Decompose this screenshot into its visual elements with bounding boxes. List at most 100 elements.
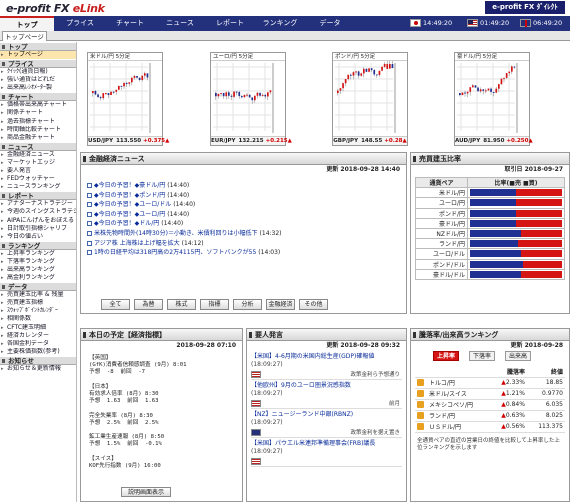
ranking-pair[interactable]: メキシコペソ/円 (427, 399, 491, 411)
sidebar-item[interactable]: 上昇率ランキング (0, 250, 76, 258)
news-item[interactable]: アジア株 上海株は上げ幅を拡大 (14:12) (81, 239, 406, 249)
nav-tab-2[interactable]: チャート (106, 16, 154, 31)
sidebar-item[interactable]: CFTC建玉明細 (0, 324, 76, 332)
news-item[interactable]: 米株先物時間外(14時30分)＝小動き、米債利回りは小幅低下 (14:32) (81, 229, 406, 239)
sidebar-item[interactable]: AIPAにんげんをおぼえる (0, 217, 76, 225)
mini-chart[interactable]: 米ドル/円 5分足09-28 14:35 USD/JPY113.550+0.375… (87, 52, 169, 146)
speech-headline[interactable]: 【米国】パウエル米連邦準備理事会(FRB)議長 (251, 438, 402, 448)
speech-headline[interactable]: 【NZ】ニュージーランド中銀(RBNZ) (251, 409, 402, 419)
sidebar-item[interactable]: マーケットエッジ (0, 159, 76, 167)
ranking-row[interactable]: ランド/円 ▲0.63% 8.025 (415, 410, 565, 422)
ranking-pair[interactable]: 米ドル/スイス (427, 388, 491, 400)
sidebar-item[interactable]: 売買建玉比率 & 残量 (0, 291, 76, 299)
app-logo[interactable]: e-profit FX eLink (6, 2, 105, 15)
ranking-row[interactable]: メキシコペソ/円 ▲0.84% 6.035 (415, 399, 565, 411)
ranking-row[interactable]: トルコ/円 ▲2.33% 18.85 (415, 377, 565, 389)
news-filter-button[interactable]: 株式 (167, 299, 196, 310)
sidebar-item[interactable]: ｸｲｯｸ(通貨日報) (0, 68, 76, 76)
ratio-row[interactable]: 米ドル/円 (415, 187, 565, 199)
sidebar-item[interactable]: 出来高ランキング (0, 266, 76, 274)
sidebar-item[interactable]: ニュースランキング (0, 183, 76, 191)
news-filter-button[interactable]: 全て (101, 299, 130, 310)
speech-headline[interactable]: 【他欧州】9月のユーロ圏景況感指数 (251, 380, 402, 390)
sidebar-item[interactable]: 時間軸比較チャート (0, 126, 76, 134)
sidebar-item[interactable]: 経済カレンダー (0, 332, 76, 340)
sidebar-item[interactable]: 日計取引指標シャリブ (0, 225, 76, 233)
brand-badge[interactable]: e-profit FX ﾀﾞｲﾚｸﾄ (485, 1, 565, 14)
ratio-row[interactable]: 豪ドル/円 (415, 217, 565, 229)
news-headline[interactable]: ◆今日の予習！◆ユーロ/ドル (94, 201, 171, 208)
sidebar-item[interactable]: 相関係数 (0, 315, 76, 323)
sidebar-item[interactable]: 過去指標チャート (0, 118, 76, 126)
subtab-top-page[interactable]: トップページ (2, 31, 47, 41)
ratio-row[interactable]: ユーロ/円 (415, 197, 565, 209)
news-headline[interactable]: ◆今日の予習！◆ドル/円 (94, 220, 159, 227)
speech-headline[interactable]: 【米国】4-6月期の米国内総生産(GDP)確報値 (251, 351, 402, 361)
ranking-row[interactable]: 米ドル/スイス ▲1.21% 0.9770 (415, 388, 565, 400)
sidebar-item[interactable]: 商品金融チャート (0, 134, 76, 142)
news-filter-button[interactable]: 指標 (200, 299, 229, 310)
news-headline[interactable]: ◆今日の予習！◆豪ドル/円 (94, 182, 165, 189)
news-headline[interactable]: アジア株 上海株は上げ幅を拡大 (94, 240, 180, 247)
ranking-pair[interactable]: ランド/円 (427, 410, 491, 422)
ranking-tab[interactable]: 下落率 (469, 351, 495, 361)
sidebar-item[interactable]: 金融経済ニュース (0, 151, 76, 159)
sidebar-item[interactable]: 関係チャート (0, 109, 76, 117)
sidebar-item[interactable]: お知らせ＆更新情報 (0, 365, 76, 373)
news-filter-button[interactable]: 為替 (134, 299, 163, 310)
nav-tab-4[interactable]: レポート (206, 16, 254, 31)
sidebar-item[interactable]: FEDウォッチャー (0, 175, 76, 183)
news-item[interactable]: ◆今日の予習！◆ユーロ/ドル (14:40) (81, 200, 406, 210)
sidebar-item[interactable]: 出来高ﾚｼｵﾒｰﾀｰ製 (0, 84, 76, 92)
sidebar-item[interactable]: 各国金利データ (0, 340, 76, 348)
news-item[interactable]: ◆今日の予習！◆ドル/円 (14:40) (81, 219, 406, 229)
speech-item[interactable]: 【他欧州】9月のユーロ圏景況感指数 (18:09:27) 前月 (251, 380, 402, 409)
news-filter-button[interactable]: 金融経済 (266, 299, 295, 310)
speech-item[interactable]: 【NZ】ニュージーランド中銀(RBNZ) (18:09:27) 政策金利を据え置き (251, 409, 402, 438)
nav-tab-6[interactable]: データ (306, 16, 354, 31)
sidebar-item[interactable]: 要人発言 (0, 167, 76, 175)
news-headline[interactable]: 1時の日経平均は318円高の2万4115円、ソフトバンクが55 (94, 249, 256, 256)
sidebar-item[interactable]: ｽｳｫｯﾌﾟﾎﾟｲﾝﾄｶﾚﾝﾀﾞｰ (0, 307, 76, 315)
ratio-row[interactable]: ポンド/ドル (415, 258, 565, 270)
nav-tab-1[interactable]: プライス (56, 16, 104, 31)
sidebar-item[interactable]: トップページ (0, 51, 76, 60)
news-filter-button[interactable]: その他 (299, 299, 328, 310)
ratio-row[interactable]: ランド/円 (415, 238, 565, 250)
sidebar-item[interactable]: 下落率ランキング (0, 258, 76, 266)
sidebar-item[interactable]: 高金利ランキング (0, 274, 76, 282)
sidebar-item[interactable]: 今週のスイングストラテジー (0, 208, 76, 216)
sidebar-item[interactable]: 主要株価指数(参考) (0, 348, 76, 356)
ranking-tab[interactable]: 上昇率 (433, 351, 459, 361)
nav-tab-5[interactable]: ランキング (256, 16, 304, 31)
news-filter-button[interactable]: 分析 (233, 299, 262, 310)
speech-item[interactable]: 【米国】パウエル米連邦準備理事会(FRB)議長 (18:09:27) (251, 438, 402, 467)
news-item[interactable]: ◆今日の予習！◆ユーロ/円 (14:40) (81, 210, 406, 220)
news-headline[interactable]: ◆今日の予習！◆ポンド/円 (94, 192, 165, 199)
speech-item[interactable]: 【米国】4-6月期の米国内総生産(GDP)確報値 (18:09:27) 政策金利ら予… (251, 351, 402, 380)
ranking-row[interactable]: ＵＳドル/円 ▲0.56% 113.375 (415, 421, 565, 433)
sidebar-item[interactable]: アナターナストラテジー (0, 200, 76, 208)
news-item[interactable]: 1時の日経平均は318円高の2万4115円、ソフトバンクが55 (14:03) (81, 248, 406, 258)
ranking-pair[interactable]: トルコ/円 (427, 377, 491, 389)
ratio-row[interactable]: ポンド/円 (415, 207, 565, 219)
sidebar-item[interactable]: 価格帯出来高チャート (0, 101, 76, 109)
mini-chart[interactable]: ポンド/円 5分足09-28 14:35 GBP/JPY148.55+0.28▲ (332, 52, 408, 146)
ratio-row[interactable]: 豪ドル/ドル (415, 268, 565, 280)
ratio-row[interactable]: NZドル/円 (415, 227, 565, 240)
nav-tab-3[interactable]: ニュース (156, 16, 204, 31)
sidebar-item[interactable]: 売買建玉指標 (0, 299, 76, 307)
mini-chart[interactable]: 豪ドル/円 5分足09-28 14:35 AUD/JPY81.950+0.250▲ (454, 52, 533, 146)
nav-tab-0[interactable]: トップ (0, 16, 54, 31)
news-item[interactable]: ◆今日の予習！◆ポンド/円 (14:40) (81, 191, 406, 201)
ranking-pair[interactable]: ＵＳドル/円 (427, 421, 491, 433)
news-headline[interactable]: 米株先物時間外(14時30分)＝小動き、米債利回りは小幅低下 (94, 230, 258, 237)
sidebar-item[interactable]: 強い通貨はどれだ (0, 76, 76, 84)
ranking-tab[interactable]: 出来高 (505, 351, 531, 361)
ratio-row[interactable]: ユーロ/ドル (415, 248, 565, 260)
description-button[interactable]: 説明画面表示 (121, 487, 172, 497)
mini-chart[interactable]: ユーロ/円 5分足09-28 14:35 EUR/JPY132.215+0.215… (210, 52, 292, 146)
news-headline[interactable]: ◆今日の予習！◆ユーロ/円 (94, 211, 165, 218)
sidebar-item[interactable]: 今日の値占い (0, 233, 76, 241)
news-item[interactable]: ◆今日の予習！◆豪ドル/円 (14:40) (81, 181, 406, 191)
